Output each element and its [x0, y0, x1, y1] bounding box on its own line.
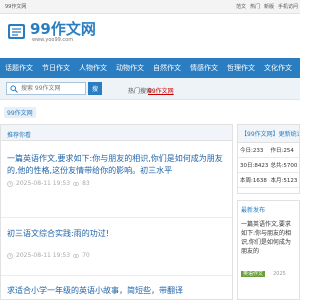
main-content: 推荐你看 一篇英语作文,要求如下:你与朋友的相识,你们是如何成为朋友的,他的性格… — [0, 124, 234, 300]
article-views: 83 — [82, 180, 90, 187]
nav-item-philosophy[interactable]: 哲理作文 — [227, 63, 255, 73]
top-link-new[interactable]: 新版 — [264, 3, 274, 10]
breadcrumb: 99作文网 — [0, 106, 300, 118]
nav-item-inspire[interactable]: 励志作文 — [301, 63, 320, 73]
article-views: 70 — [82, 252, 90, 259]
latest-panel: 最新发布 一篇英语作文,要求如下:你与朋友的相识,你们是如何成为朋友的 英语作文… — [237, 200, 300, 300]
latest-meta: 英语作文 2025 — [238, 258, 299, 281]
top-link-mobile[interactable]: 手机访问 — [278, 3, 298, 10]
logo-url: www.yoo99.com — [32, 37, 74, 43]
clock-icon — [7, 180, 13, 187]
views-icon — [73, 253, 80, 258]
stat-yesterday: 作日:254 — [268, 143, 299, 158]
article-item[interactable]: 初三语文综合实践:雨的功过! 2025-08-11 19:53 70 — [7, 228, 231, 259]
search-box — [6, 82, 86, 95]
nav-item-festival[interactable]: 节日作文 — [42, 63, 70, 73]
nav-item-animal[interactable]: 动物作文 — [116, 63, 144, 73]
nav-item-people[interactable]: 人物作文 — [79, 63, 107, 73]
stats-title: 【99作文网】更新统计 — [238, 125, 299, 143]
main-nav: 话题作文 节日作文 人物作文 动物作文 自然作文 情感作文 哲理作文 文化作文 … — [0, 58, 320, 78]
article-item[interactable]: 求适合小学一年级的英语小故事，简短些，带翻译 — [7, 285, 231, 297]
sidebar: 【99作文网】更新统计 今日:233 作日:254 30日:8423 总共:57… — [237, 124, 300, 300]
divider — [1, 275, 234, 276]
article-item[interactable]: 一篇英语作文,要求如下:你与朋友的相识,你们是如何成为朋友的,他的性格,这份友情… — [7, 153, 231, 187]
nav-item-topic[interactable]: 话题作文 — [5, 63, 33, 73]
stat-total: 总共:5700 — [268, 158, 299, 173]
logo-title: 99作文网 — [30, 20, 96, 38]
latest-date: 2025 — [273, 271, 286, 277]
search-row: 搜 热门搜索: 99作文网 — [0, 78, 300, 100]
clock-icon — [7, 252, 13, 259]
stats-panel: 【99作文网】更新统计 今日:233 作日:254 30日:8423 总共:57… — [237, 124, 300, 194]
article-title[interactable]: 一篇英语作文,要求如下:你与朋友的相识,你们是如何成为朋友的,他的性格,这份友情… — [7, 153, 231, 177]
top-links: 范文 热门 新版 手机访问 — [236, 3, 298, 10]
search-input[interactable] — [21, 83, 85, 94]
top-site-name[interactable]: 99作文网 — [5, 3, 26, 10]
divider — [1, 217, 234, 218]
book-logo-icon — [8, 24, 25, 39]
search-button[interactable]: 搜 — [88, 82, 102, 95]
latest-title: 最新发布 — [241, 207, 266, 214]
nav-item-nature[interactable]: 自然作文 — [153, 63, 181, 73]
latest-item[interactable]: 一篇英语作文,要求如下:你与朋友的相识,你们是如何成为朋友的 — [238, 218, 299, 258]
site-logo[interactable]: 99作文网 www.yoo99.com — [6, 18, 96, 48]
header: 99作文网 www.yoo99.com — [0, 14, 300, 56]
search-icon — [10, 85, 18, 93]
stat-week: 本周:1638 — [238, 173, 269, 188]
stat-month: 本月:5123 — [268, 173, 299, 188]
nav-item-culture[interactable]: 文化作文 — [264, 63, 292, 73]
stat-today: 今日:233 — [238, 143, 269, 158]
stat-30days: 30日:8423 — [238, 158, 269, 173]
section-title: 推荐你看 — [1, 125, 232, 141]
nav-item-emotion[interactable]: 情感作文 — [190, 63, 218, 73]
top-link-hot[interactable]: 热门 — [250, 3, 260, 10]
views-icon — [73, 181, 80, 186]
breadcrumb-home[interactable]: 99作文网 — [4, 107, 36, 118]
top-link-fanwen[interactable]: 范文 — [236, 3, 246, 10]
latest-tag[interactable]: 英语作文 — [241, 271, 266, 277]
article-meta: 2025-08-11 19:53 83 — [7, 180, 231, 187]
article-date: 2025-08-11 19:53 — [16, 180, 71, 187]
stats-grid: 今日:233 作日:254 30日:8423 总共:5700 本周:1638 本… — [238, 143, 299, 188]
hot-search-link[interactable]: 99作文网 — [148, 86, 174, 95]
article-title[interactable]: 初三语文综合实践:雨的功过! — [7, 228, 231, 240]
top-bar: 99作文网 范文 热门 新版 手机访问 — [0, 0, 300, 14]
article-date: 2025-08-11 19:53 — [16, 252, 71, 259]
article-meta: 2025-08-11 19:53 70 — [7, 252, 231, 259]
article-title[interactable]: 求适合小学一年级的英语小故事，简短些，带翻译 — [7, 285, 231, 297]
